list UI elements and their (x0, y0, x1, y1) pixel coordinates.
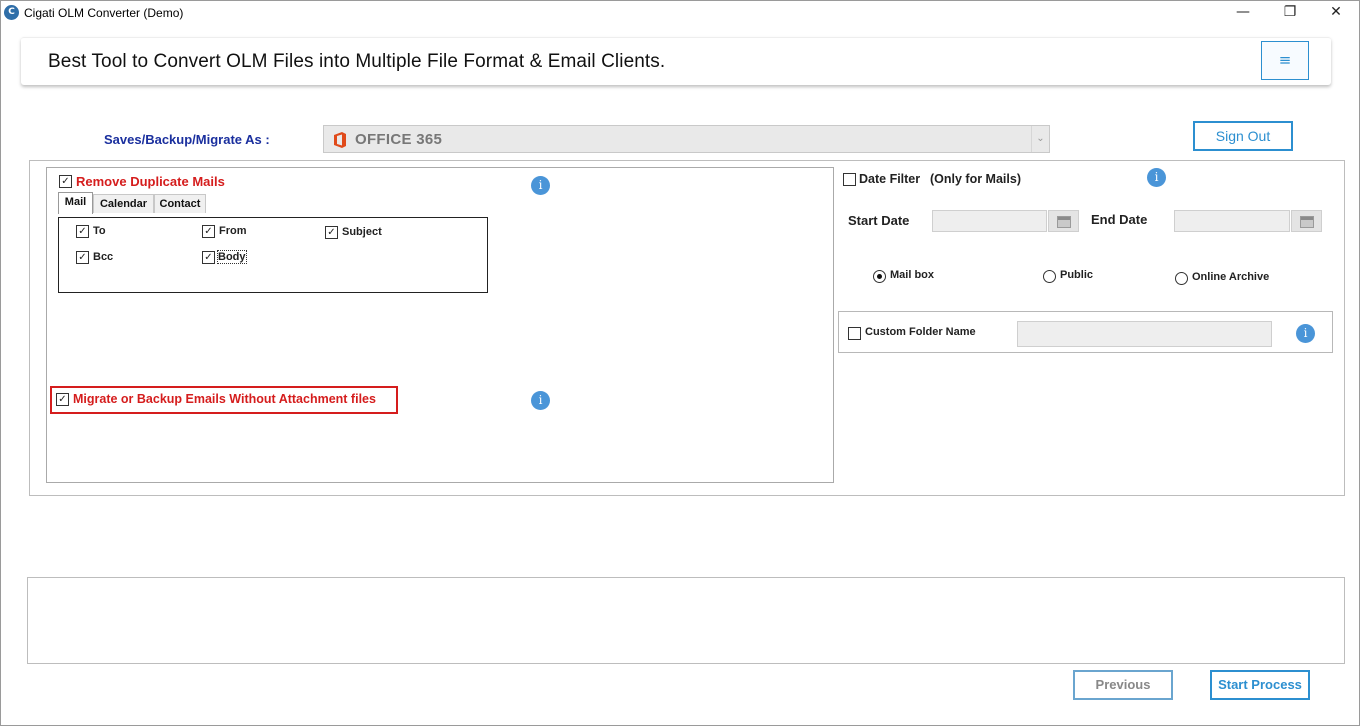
radio-public[interactable] (1043, 270, 1056, 283)
info-icon[interactable]: i (531, 176, 550, 195)
saves-as-dropdown[interactable]: OFFICE 365 ⌄ (323, 125, 1050, 153)
radio-online-archive[interactable] (1175, 272, 1188, 285)
info-icon[interactable]: i (531, 391, 550, 410)
migrate-without-attachments-label: Migrate or Backup Emails Without Attachm… (73, 392, 376, 406)
chevron-down-icon[interactable]: ⌄ (1031, 126, 1049, 152)
field-from-label: From (219, 225, 247, 237)
start-date-label: Start Date (848, 213, 910, 228)
window-title: Cigati OLM Converter (Demo) (24, 6, 184, 20)
sign-out-button[interactable]: Sign Out (1193, 121, 1293, 151)
radio-online-archive-label: Online Archive (1192, 271, 1270, 283)
field-from-checkbox[interactable]: ✓ (202, 225, 215, 238)
radio-mailbox-label: Mail box (890, 269, 935, 281)
tab-mail[interactable]: Mail (58, 192, 93, 214)
end-date-picker-button[interactable] (1291, 210, 1322, 232)
end-date-input[interactable] (1174, 210, 1290, 232)
date-filter-note: (Only for Mails) (930, 172, 1021, 186)
title-bar: C Cigati OLM Converter (Demo) — ❐ ✕ (1, 1, 1359, 25)
migrate-without-attachments-checkbox[interactable]: ✓ (56, 393, 69, 406)
field-bcc-label: Bcc (93, 251, 114, 263)
custom-folder-input[interactable] (1017, 321, 1272, 347)
start-date-picker-button[interactable] (1048, 210, 1079, 232)
info-icon[interactable]: i (1147, 168, 1166, 187)
date-filter-checkbox[interactable] (843, 173, 856, 186)
radio-mailbox[interactable] (873, 270, 886, 283)
close-button[interactable]: ✕ (1313, 1, 1359, 25)
field-body-label: Body (217, 250, 247, 264)
maximize-button[interactable]: ❐ (1267, 1, 1313, 25)
date-filter-label: Date Filter (859, 172, 921, 186)
calendar-icon (1057, 216, 1071, 228)
field-bcc-checkbox[interactable]: ✓ (76, 251, 89, 264)
tab-contact[interactable]: Contact (154, 194, 206, 213)
minimize-button[interactable]: — (1220, 1, 1266, 25)
radio-public-label: Public (1060, 269, 1094, 281)
field-subject-label: Subject (342, 226, 382, 238)
tab-calendar[interactable]: Calendar (93, 194, 154, 213)
custom-folder-label: Custom Folder Name (865, 326, 976, 338)
field-to-label: To (93, 225, 106, 237)
info-icon[interactable]: i (1296, 324, 1315, 343)
duplicate-fields-box (58, 217, 488, 293)
saves-as-label: Saves/Backup/Migrate As : (104, 132, 270, 147)
remove-duplicates-label: Remove Duplicate Mails (76, 174, 225, 189)
banner-title: Best Tool to Convert OLM Files into Mult… (48, 51, 666, 72)
office-365-icon (334, 132, 346, 148)
start-date-input[interactable] (932, 210, 1047, 232)
menu-button[interactable]: ≡ (1261, 41, 1309, 80)
header-banner: Best Tool to Convert OLM Files into Mult… (21, 37, 1331, 85)
app-window: C Cigati OLM Converter (Demo) — ❐ ✕ Best… (0, 0, 1360, 726)
mail-options-panel (46, 167, 834, 483)
remove-duplicates-checkbox[interactable]: ✓ (59, 175, 72, 188)
start-process-button[interactable]: Start Process (1210, 670, 1310, 700)
field-subject-checkbox[interactable]: ✓ (325, 226, 338, 239)
calendar-icon (1300, 216, 1314, 228)
custom-folder-checkbox[interactable] (848, 327, 861, 340)
log-panel (27, 577, 1345, 664)
end-date-label: End Date (1091, 212, 1148, 227)
field-to-checkbox[interactable]: ✓ (76, 225, 89, 238)
app-logo-icon: C (4, 5, 19, 20)
field-body-checkbox[interactable]: ✓ (202, 251, 215, 264)
saves-as-selected-value: OFFICE 365 (355, 131, 443, 148)
previous-button[interactable]: Previous (1073, 670, 1173, 700)
